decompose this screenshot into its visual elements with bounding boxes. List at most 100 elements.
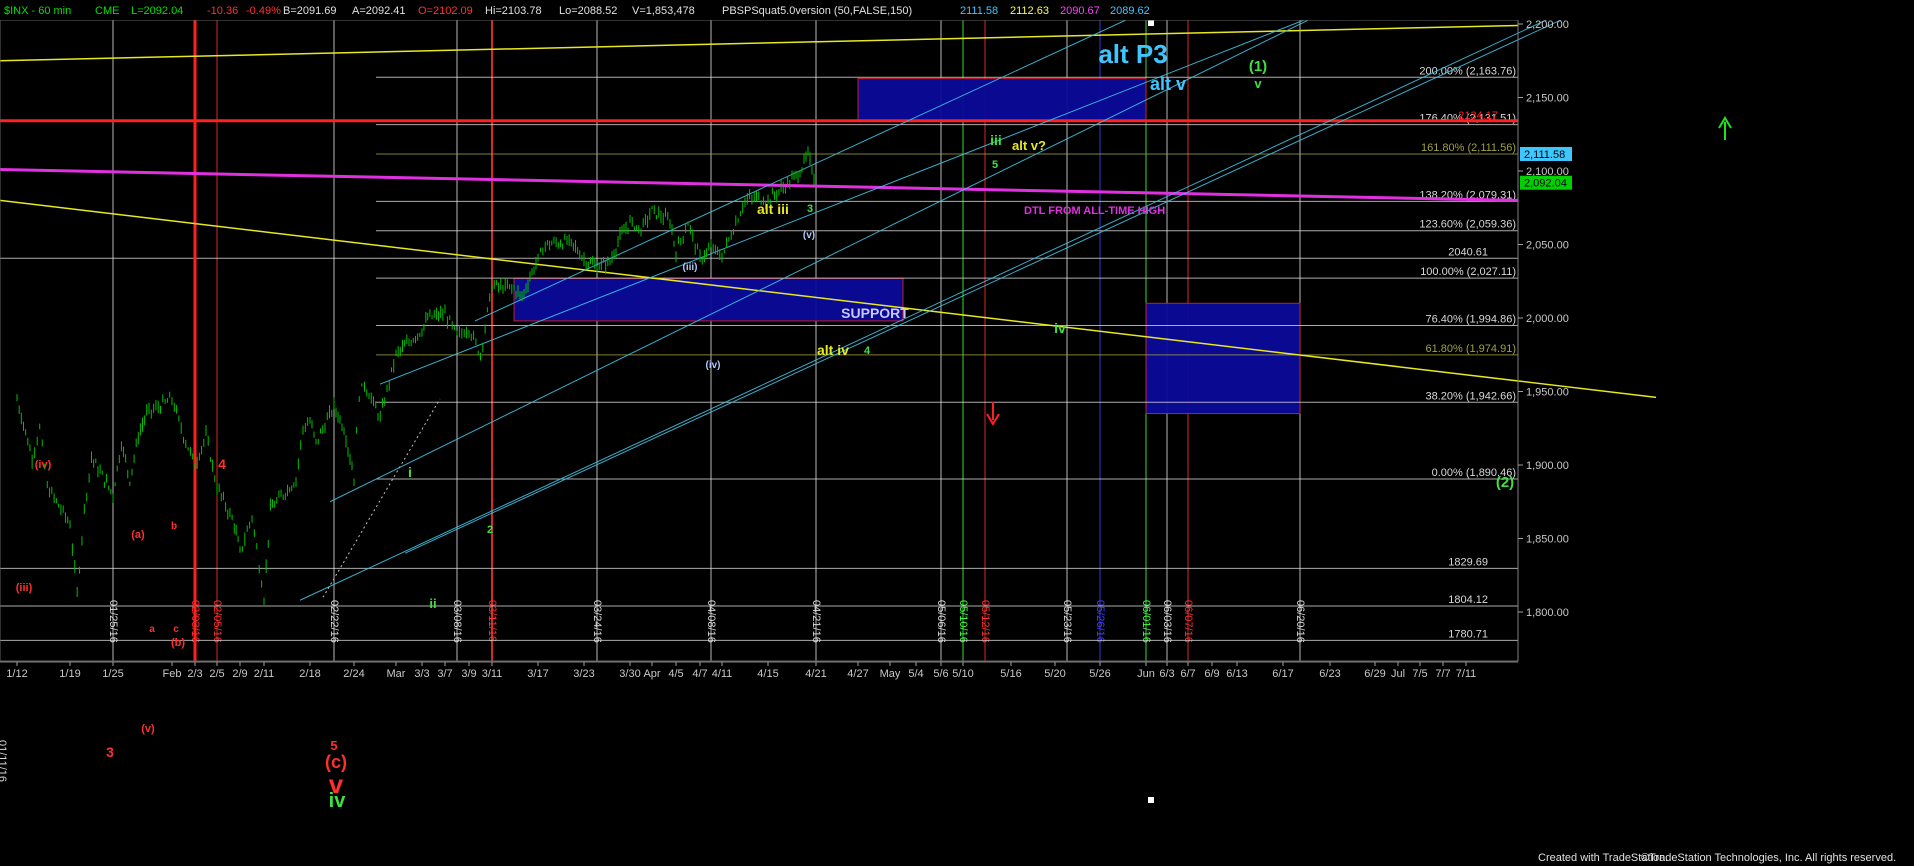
x-tick-label: 6/17 [1272,668,1293,680]
y-tick-label: 2,200.00 [1526,19,1569,31]
x-tick-label: 5/26 [1089,668,1110,680]
x-tick-label: 4/11 [712,668,733,680]
price-marker-label: 2,092.04 [1524,178,1567,190]
x-tick-label: 2/18 [299,668,320,680]
header-study-value-1: 2111.58 [960,5,998,17]
wave-label: iv [329,790,347,812]
marker-square [1148,797,1154,803]
wave-label: i [408,464,412,480]
wave-label: (v) [141,723,155,735]
x-tick-label: 3/9 [461,668,476,680]
x-tick-label: 7/11 [1456,668,1477,680]
x-tick-label: 6/23 [1319,668,1340,680]
x-tick-label: 4/27 [847,668,868,680]
chart-background [0,0,1914,866]
fib-label: 123.60% (2,059.36) [1419,219,1516,231]
x-tick-label: 5/16 [1000,668,1021,680]
x-tick-label: 6/9 [1204,668,1219,680]
x-tick-label: 3/30 [619,668,640,680]
wave2-box [1145,302,1301,415]
wave-label: iv [1054,320,1066,336]
wave-label: alt iii [757,201,789,217]
header-bid: B=2091.69 [283,5,337,17]
wave-label: (b) [171,637,185,649]
x-tick-label: 5/4 [908,668,923,680]
level-label: 2040.61 [1448,246,1488,258]
level-label: 1804.12 [1448,594,1488,606]
wave-label: alt P3 [1098,39,1167,69]
wave-label: a [149,624,155,635]
x-tick-label: 4/15 [757,668,778,680]
x-tick-label: Feb [163,668,182,680]
wave-label: b [171,521,177,532]
x-tick-label: 2/24 [343,668,364,680]
x-tick-label: 2/3 [187,668,202,680]
wave-label: c [173,624,179,635]
level-label: 1780.71 [1448,628,1488,640]
header-exchange: CME [95,5,119,17]
wave-label: iii [990,132,1002,148]
y-tick-label: 2,000.00 [1526,313,1569,325]
fib-label: 100.00% (2,027.11) [1420,266,1516,278]
wave-label: (a) [131,529,145,541]
wave-label: v [1254,76,1262,91]
wave-label: (v) [803,230,815,241]
x-tick-label: 2/5 [209,668,224,680]
wave-label: 3 [807,203,813,215]
header-low: Lo=2088.52 [559,5,617,17]
x-tick-label: 7/5 [1412,668,1427,680]
header-study-value-4: 2089.62 [1110,5,1150,17]
x-tick-label: 7/7 [1435,668,1450,680]
wave-label: 4 [864,345,871,357]
price-chart[interactable]: 01/25/1602/03/1602/05/1602/22/1603/08/16… [0,0,1914,866]
header-ask: A=2092.41 [352,5,406,17]
header-study-value-3: 2090.67 [1060,5,1100,17]
red-level-label: 2134.17 [1458,110,1498,122]
x-tick-label: 4/5 [668,668,683,680]
x-tick-label: Mar [387,668,406,680]
level-label: 1829.69 [1448,556,1488,568]
header-last: L=2092.04 [131,5,183,17]
x-tick-label: 1/25 [102,668,123,680]
wave-label: ii [429,596,436,611]
x-tick-label: Jul [1391,668,1405,680]
x-tick-label: 3/23 [573,668,594,680]
wave-label: 2 [487,524,493,536]
header-bar: $INX - 60 min CME L=2092.04 -10.36 -0.49… [0,0,1914,20]
y-tick-label: 1,950.00 [1526,387,1569,399]
footer: Created with TradeStation. ©TradeStation… [1538,852,1896,864]
y-tick-label: 1,850.00 [1526,534,1569,546]
y-tick-label: 1,900.00 [1526,460,1569,472]
wave-label: 4 [218,456,226,472]
header-open: O=2102.09 [418,5,473,17]
header-volume: V=1,853,478 [632,5,695,17]
x-tick-label: 5/6 [933,668,948,680]
x-tick-label: 3/7 [437,668,452,680]
x-tick-label: Apr [643,668,660,680]
wave-label: DTL FROM ALL-TIME HIGH [1024,205,1165,217]
fib-label: 161.80% (2,111.56) [1421,142,1516,154]
x-tick-label: 2/9 [232,668,247,680]
wave-label: alt v [1150,74,1186,94]
marker-square [1148,20,1154,26]
wave-label: 5 [992,159,998,171]
wave-label: (1) [1249,58,1267,75]
y-tick-label: 1,800.00 [1526,607,1569,619]
x-tick-label: 6/7 [1180,668,1195,680]
header-change-pct: -0.49% [246,5,281,17]
wave-label: 3 [106,744,114,760]
wave-label: (iii) [683,262,698,273]
wave-label: (iii) [16,582,33,594]
x-tick-label: 3/11 [482,668,503,680]
x-tick-label: 2/11 [254,668,275,680]
wave-label: alt v? [1012,138,1046,153]
x-tick-label: 5/20 [1044,668,1065,680]
x-tick-label: 6/13 [1226,668,1247,680]
header-change: -10.36 [207,5,238,17]
x-tick-label: 1/12 [6,668,27,680]
x-tick-label: 1/19 [59,668,80,680]
y-tick-label: 2,150.00 [1526,93,1569,105]
x-tick-label: 3/17 [527,668,548,680]
date-vline-label-partial: 01/11/16 [0,740,8,782]
x-tick-label: 4/7 [692,668,707,680]
